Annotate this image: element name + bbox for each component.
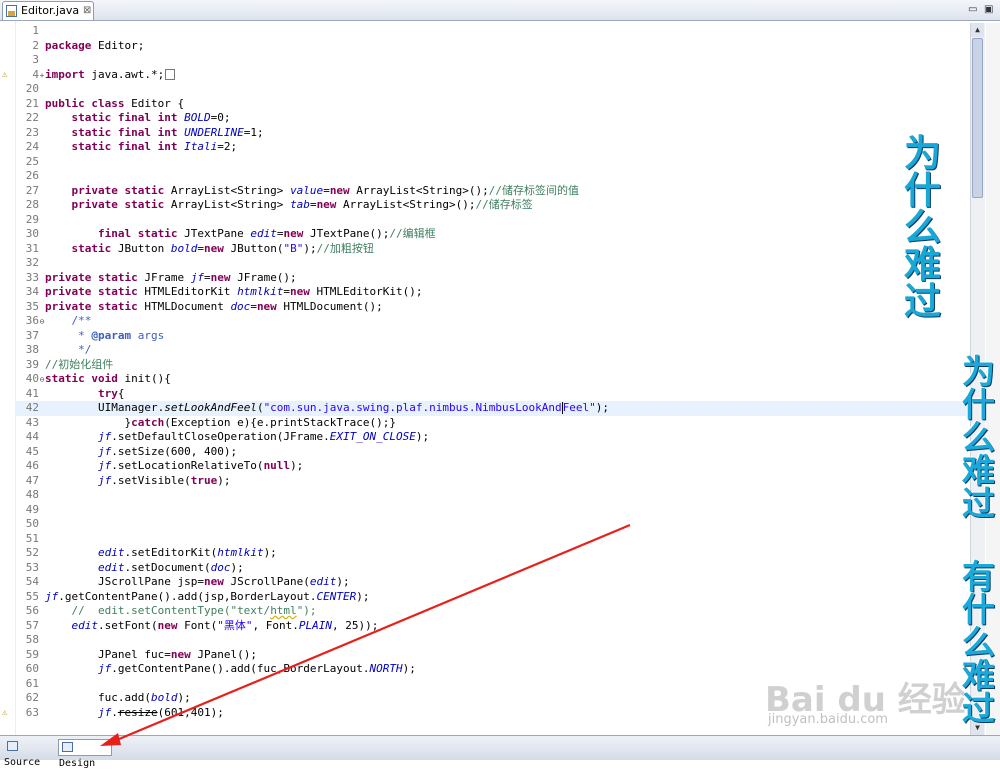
arrow-shaft [111,523,631,744]
tab-design-label: Design [59,758,96,769]
arrow-head [100,733,121,746]
red-arrow-annotation [100,523,631,746]
